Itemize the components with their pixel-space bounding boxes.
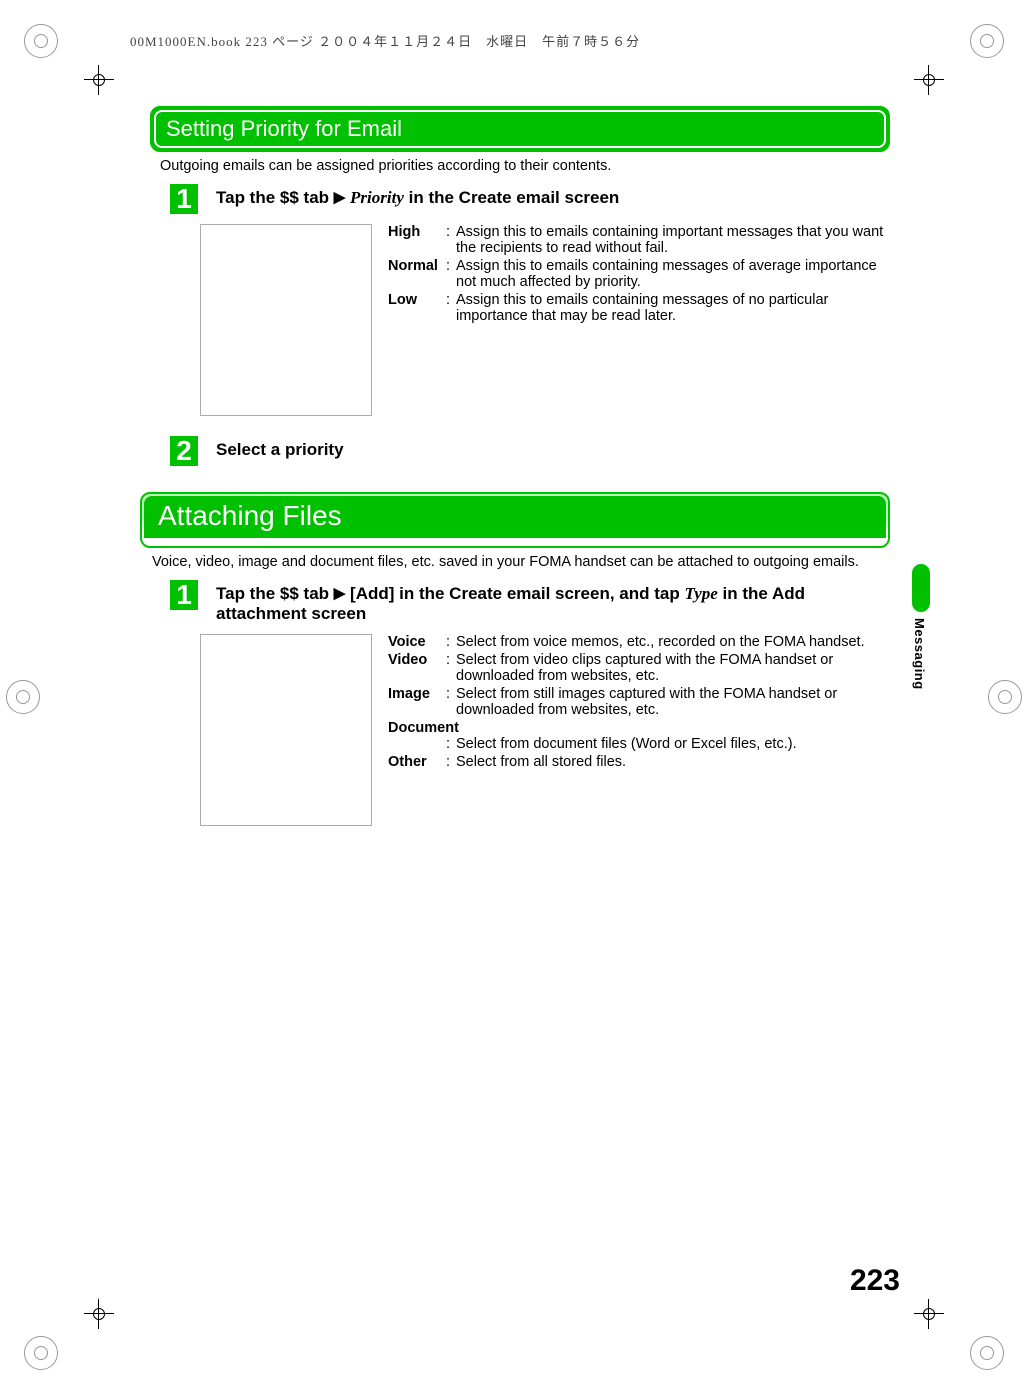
step-number-1: 1 xyxy=(170,580,198,610)
registration-mark xyxy=(6,680,40,714)
step-row: 1 Tap the $$ tab ▶ [Add] in the Create e… xyxy=(170,580,890,624)
definition-desc: Select from document files (Word or Exce… xyxy=(456,736,890,752)
step-text-part: [Add] in the Create email screen, and ta… xyxy=(345,584,684,603)
section-description: Outgoing emails can be assigned prioriti… xyxy=(160,158,890,174)
definition-row: Image : Select from still images capture… xyxy=(388,686,890,718)
definition-term: Video xyxy=(388,652,446,684)
step-detail-block: Voice : Select from voice memos, etc., r… xyxy=(200,634,890,826)
step-row: 2 Select a priority xyxy=(170,436,890,466)
definition-row: Voice : Select from voice memos, etc., r… xyxy=(388,634,890,650)
side-tab-label: Messaging xyxy=(912,618,927,690)
definition-row: Document : Select from document files (W… xyxy=(388,720,890,752)
screenshot-placeholder xyxy=(200,634,372,826)
definition-desc: Select from still images captured with t… xyxy=(456,686,890,718)
definition-row: Normal : Assign this to emails containin… xyxy=(388,258,890,290)
registration-mark xyxy=(970,1336,1004,1370)
step-text-part: in the Create email screen xyxy=(404,188,619,207)
page-content: Setting Priority for Email Outgoing emai… xyxy=(140,106,890,840)
registration-mark xyxy=(988,680,1022,714)
step-detail-block: High : Assign this to emails containing … xyxy=(200,224,890,416)
step-text-part: Tap the $$ tab xyxy=(216,584,334,603)
crop-mark xyxy=(914,1299,944,1329)
definition-colon: : xyxy=(446,634,456,650)
definition-desc: Assign this to emails containing message… xyxy=(456,258,890,290)
section-description: Voice, video, image and document files, … xyxy=(152,554,890,570)
definition-list: Voice : Select from voice memos, etc., r… xyxy=(388,634,890,826)
registration-mark xyxy=(24,24,58,58)
step-text-italic: Priority xyxy=(350,188,404,207)
definition-term: Document xyxy=(388,720,470,736)
definition-colon: : xyxy=(446,686,456,718)
arrow-icon: ▶ xyxy=(334,584,346,602)
arrow-icon: ▶ xyxy=(334,188,346,206)
registration-mark xyxy=(970,24,1004,58)
section-heading-label: Attaching Files xyxy=(144,496,356,538)
screenshot-placeholder xyxy=(200,224,372,416)
step-text: Tap the $$ tab ▶ Priority in the Create … xyxy=(216,184,890,208)
definition-term: Normal xyxy=(388,258,446,290)
definition-row: Low : Assign this to emails containing m… xyxy=(388,292,890,324)
definition-term: Voice xyxy=(388,634,446,650)
definition-colon: : xyxy=(446,736,456,752)
definition-desc: Assign this to emails containing importa… xyxy=(456,224,890,256)
definition-list: High : Assign this to emails containing … xyxy=(388,224,890,416)
section-heading-priority: Setting Priority for Email xyxy=(150,106,890,152)
section-heading-attaching: Attaching Files xyxy=(140,492,890,548)
step-row: 1 Tap the $$ tab ▶ Priority in the Creat… xyxy=(170,184,890,214)
crop-mark xyxy=(84,1299,114,1329)
definition-colon: : xyxy=(446,224,456,256)
definition-row: Other : Select from all stored files. xyxy=(388,754,890,770)
registration-mark xyxy=(24,1336,58,1370)
definition-colon: : xyxy=(446,292,456,324)
crop-mark xyxy=(914,65,944,95)
step-number-2: 2 xyxy=(170,436,198,466)
definition-desc: Assign this to emails containing message… xyxy=(456,292,890,324)
page-number: 223 xyxy=(850,1264,900,1298)
document-meta-header: 00M1000EN.book 223 ページ ２００４年１１月２４日 水曜日 午… xyxy=(130,31,640,50)
step-text: Select a priority xyxy=(216,436,890,460)
crop-mark xyxy=(84,65,114,95)
definition-term: Other xyxy=(388,754,446,770)
definition-term: Low xyxy=(388,292,446,324)
definition-colon: : xyxy=(446,652,456,684)
definition-colon: : xyxy=(446,754,456,770)
definition-term: Image xyxy=(388,686,446,718)
side-tab-pill xyxy=(912,564,930,612)
definition-term: High xyxy=(388,224,446,256)
definition-row: High : Assign this to emails containing … xyxy=(388,224,890,256)
definition-row: Video : Select from video clips captured… xyxy=(388,652,890,684)
section-heading-label: Setting Priority for Email xyxy=(154,110,886,148)
step-text-part: Tap the $$ tab xyxy=(216,188,334,207)
definition-desc: Select from all stored files. xyxy=(456,754,890,770)
side-tab: Messaging xyxy=(912,564,930,690)
definition-colon: : xyxy=(446,258,456,290)
step-text: Tap the $$ tab ▶ [Add] in the Create ema… xyxy=(216,580,890,624)
definition-desc: Select from voice memos, etc., recorded … xyxy=(456,634,890,650)
step-text-italic: Type xyxy=(684,584,717,603)
step-number-1: 1 xyxy=(170,184,198,214)
definition-desc: Select from video clips captured with th… xyxy=(456,652,890,684)
